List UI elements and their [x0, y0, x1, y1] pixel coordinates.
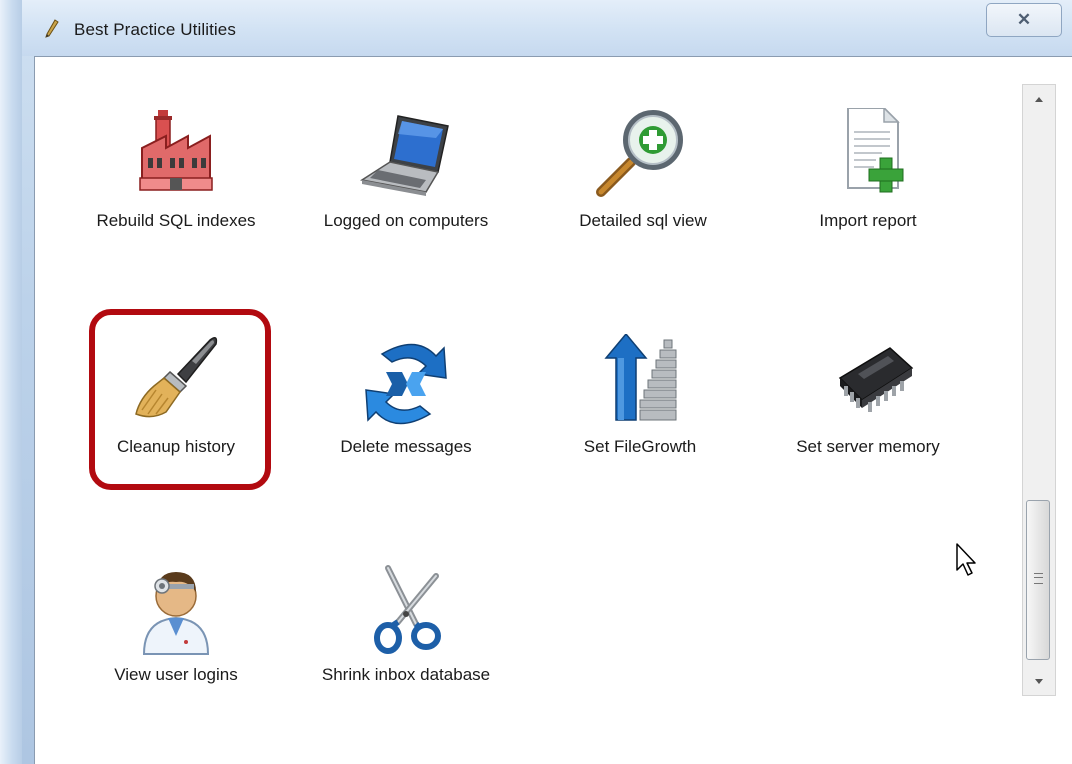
utility-label: Import report	[819, 211, 917, 230]
document-add-icon	[847, 108, 904, 193]
utility-set-filegrowth[interactable]: Set FileGrowth	[540, 334, 740, 484]
utility-shrink-inbox-database[interactable]: Shrink inbox database	[306, 562, 506, 712]
window-border-left	[0, 0, 22, 764]
utility-label: Detailed sql view	[579, 211, 707, 230]
recycle-arrows-icon	[365, 343, 447, 425]
window-title: Best Practice Utilities	[74, 20, 236, 39]
highlight-annotation	[89, 309, 271, 490]
utility-label: View user logins	[114, 665, 238, 684]
utility-label: Shrink inbox database	[321, 665, 491, 684]
doctor-user-icon	[142, 572, 210, 655]
vertical-scrollbar[interactable]	[1022, 84, 1056, 696]
scroll-up-arrow-icon[interactable]	[1023, 85, 1055, 115]
scissors-icon	[374, 565, 441, 654]
magnifier-plus-icon	[596, 110, 683, 197]
factory-icon	[139, 110, 213, 191]
utility-import-report[interactable]: Import report	[768, 108, 968, 258]
utility-view-user-logins[interactable]: View user logins	[76, 562, 276, 712]
utility-logged-on-computers[interactable]: Logged on computers	[306, 108, 506, 258]
scroll-down-arrow-icon[interactable]	[1023, 665, 1055, 695]
utility-label: Delete messages	[340, 437, 472, 456]
close-button[interactable]: ✕	[986, 3, 1062, 37]
mouse-cursor-icon	[956, 543, 976, 576]
scrollbar-thumb[interactable]	[1026, 500, 1050, 660]
utility-detailed-sql-view[interactable]: Detailed sql view	[543, 108, 743, 258]
memory-chip-icon	[838, 347, 914, 412]
grip-icon	[1034, 573, 1043, 584]
utility-rebuild-sql-indexes[interactable]: Rebuild SQL indexes	[76, 108, 276, 258]
utility-delete-messages[interactable]: Delete messages	[306, 334, 506, 484]
close-icon: ✕	[1016, 10, 1032, 29]
utility-label: Rebuild SQL indexes	[96, 211, 256, 230]
utility-label: Logged on computers	[323, 211, 489, 230]
utility-label: Set server memory	[796, 437, 940, 456]
laptop-icon	[360, 115, 449, 196]
pen-icon	[45, 19, 59, 38]
utility-set-server-memory[interactable]: Set server memory	[768, 334, 968, 484]
growth-arrow-icon	[604, 334, 677, 421]
utility-label: Set FileGrowth	[583, 437, 697, 456]
